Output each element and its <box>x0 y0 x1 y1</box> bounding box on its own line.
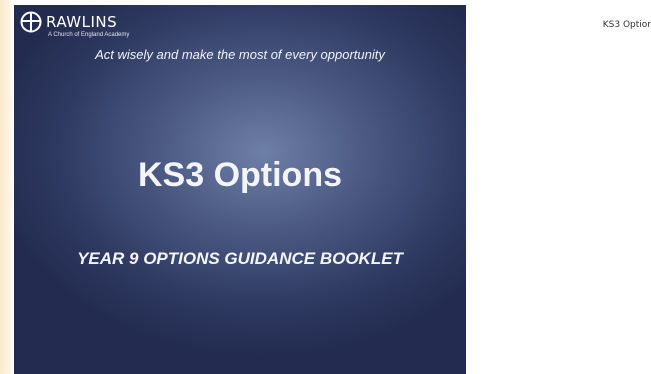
page-margin-panel: KS3 Optior <box>466 5 651 374</box>
school-motto: Act wisely and make the most of every op… <box>95 47 385 62</box>
page-header-label: KS3 Optior <box>602 20 651 30</box>
logo-name: RAWLINS <box>46 13 118 31</box>
logo-subtitle: A Church of England Academy <box>48 32 130 38</box>
cross-circle-icon <box>20 11 42 33</box>
slide-subtitle: YEAR 9 OPTIONS GUIDANCE BOOKLET <box>77 249 403 268</box>
title-slide: RAWLINS A Church of England Academy Act … <box>14 5 466 374</box>
slide-title: KS3 Options <box>137 156 343 194</box>
school-logo: RAWLINS A Church of England Academy <box>20 10 180 50</box>
page-edge-strip <box>0 0 14 374</box>
